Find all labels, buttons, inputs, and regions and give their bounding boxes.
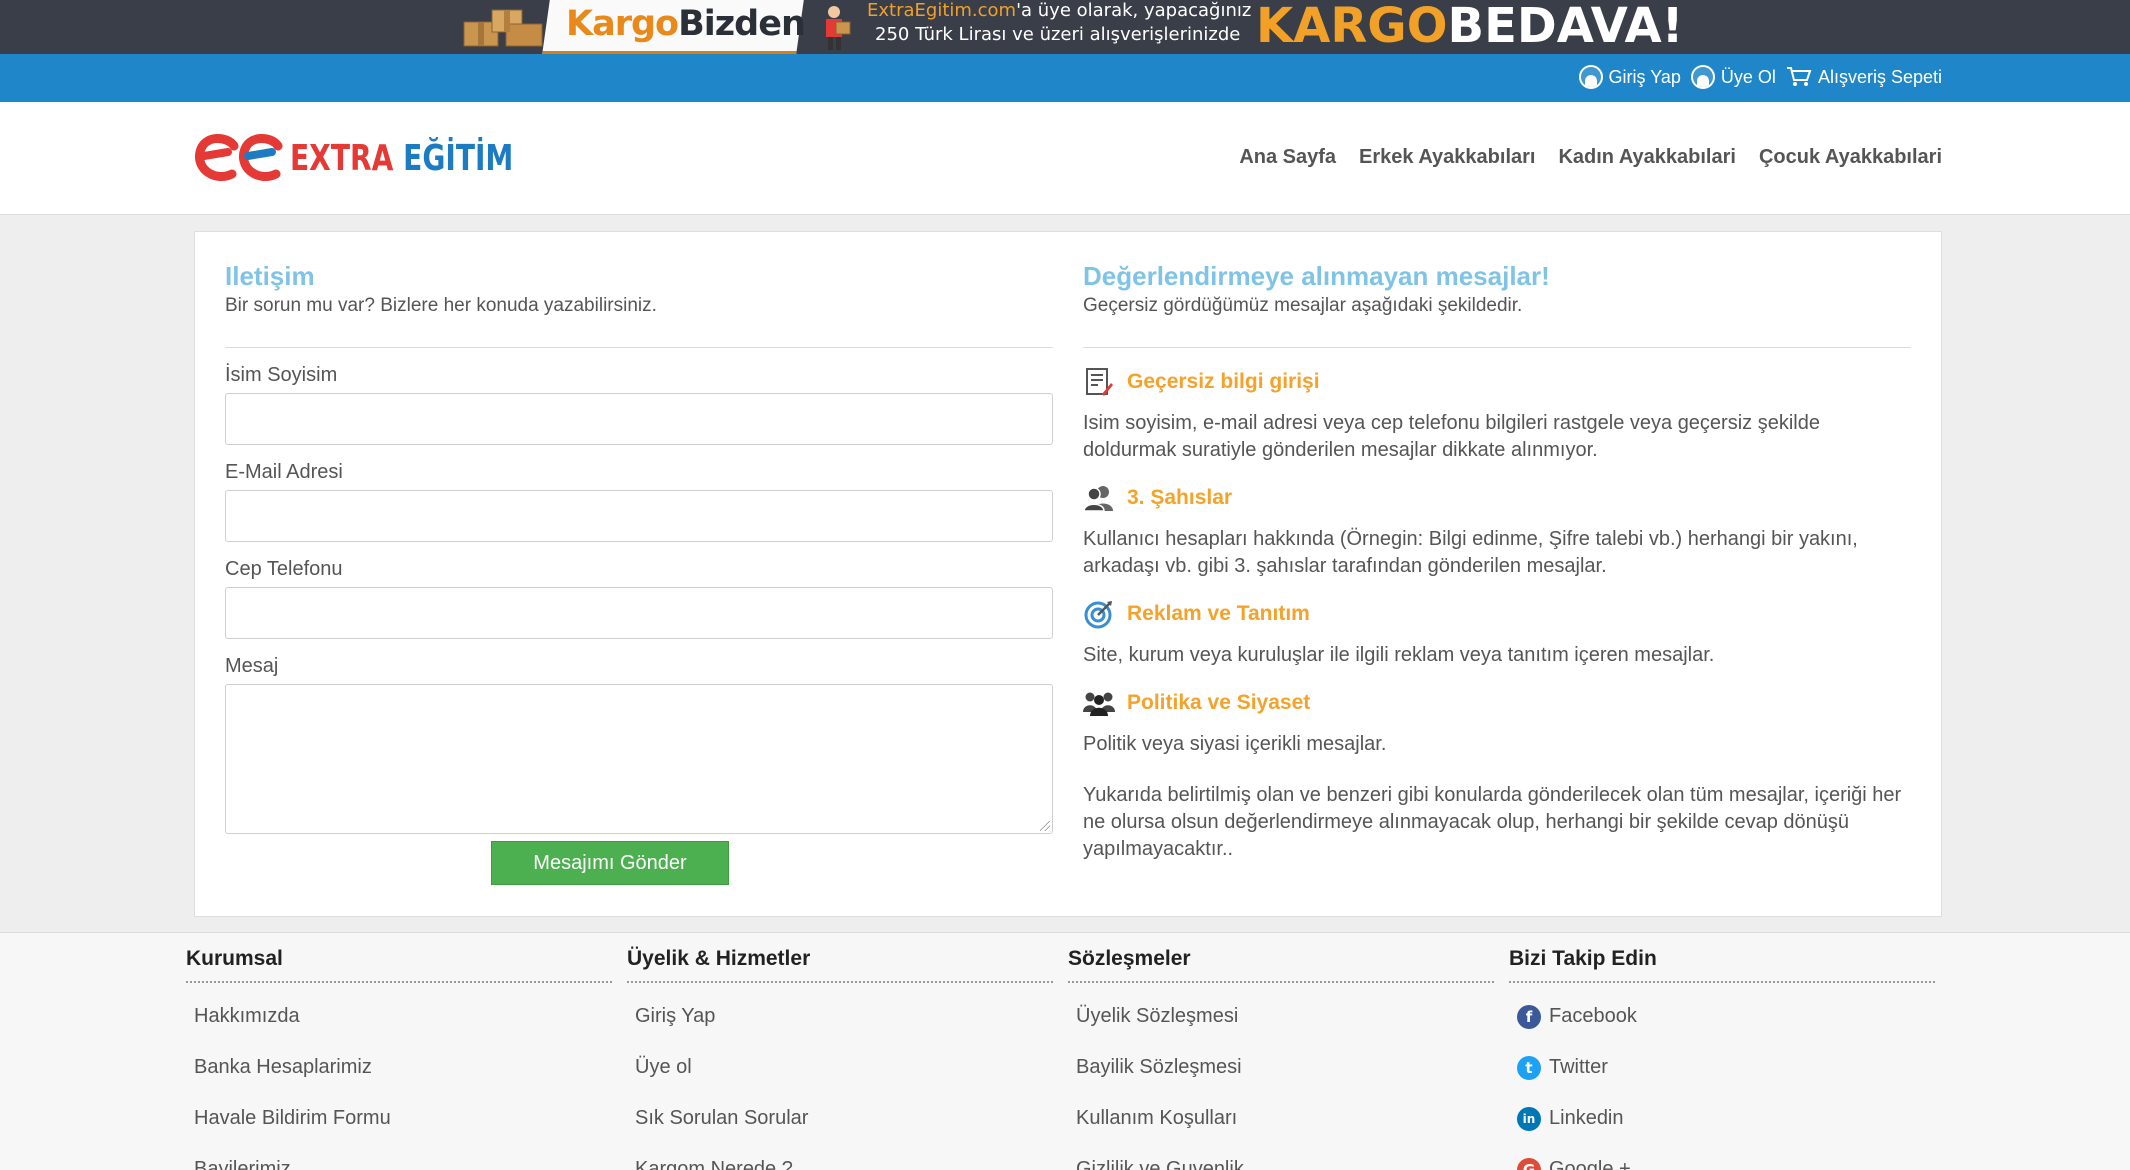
send-message-button[interactable]: Mesajımı Gönder	[491, 841, 729, 885]
document-edit-icon	[1083, 366, 1115, 398]
twitter-icon: t	[1517, 1055, 1541, 1080]
social-label: Google +	[1549, 1158, 1631, 1170]
footer-link[interactable]: Banka Hesaplarimiz	[186, 1042, 612, 1093]
name-input[interactable]	[225, 392, 1053, 445]
email-input[interactable]	[225, 489, 1053, 542]
name-label: İsim Soyisim	[225, 363, 338, 386]
promo-line-2: 250 Türk Lirası ve üzeri alışverişlerini…	[875, 24, 1241, 45]
rule-title: Geçersiz bilgi girişi	[1127, 369, 1320, 393]
divider	[225, 346, 1053, 348]
kargobizden-logo: KargoBizden	[566, 4, 806, 44]
nav-kids-shoes[interactable]: Çocuk Ayakkabılari	[1759, 146, 1942, 169]
message-label: Mesaj	[225, 654, 279, 677]
phone-label: Cep Telefonu	[225, 557, 343, 580]
footer-link[interactable]: Hakkımızda	[186, 991, 612, 1042]
email-label: E-Mail Adresi	[225, 460, 343, 483]
social-label: Facebook	[1549, 1005, 1637, 1027]
linkedin-link[interactable]: in Linkedin	[1509, 1093, 1935, 1144]
user-bar: Giriş Yap Üye Ol Alışveriş Sepeti	[0, 54, 2130, 102]
message-textarea[interactable]	[225, 683, 1053, 834]
register-link[interactable]: Üye Ol	[1690, 65, 1776, 89]
promo-banner[interactable]: KargoBizden ExtraEgitim.com'a üye olarak…	[0, 0, 2130, 54]
main-nav: Ana Sayfa Erkek Ayakkabıları Kadın Ayakk…	[1239, 146, 1942, 169]
users-icon	[1083, 482, 1115, 514]
divider	[1083, 346, 1911, 348]
cart-link[interactable]: Alışveriş Sepeti	[1786, 66, 1942, 88]
rule-body: Site, kurum veya kuruluşlar ile ilgili r…	[1083, 643, 1715, 666]
contact-form-section: Iletişim Bir sorun mu var? Bizlere her k…	[225, 262, 1053, 834]
footer-link[interactable]: Havale Bildirim Formu	[186, 1093, 612, 1144]
rules-section: Değerlendirmeye alınmayan mesajlar! Geçe…	[1083, 262, 1911, 863]
footer-column-title: Üyelik & Hizmetler	[627, 947, 1053, 983]
courier-icon	[826, 6, 851, 50]
register-label: Üye Ol	[1720, 66, 1776, 87]
social-label: Linkedin	[1549, 1107, 1624, 1129]
footer-link[interactable]: Kargom Nerede ?	[627, 1144, 1053, 1170]
footer-column-title: Sözleşmeler	[1068, 947, 1494, 983]
footer-link[interactable]: Üyelik Sözleşmesi	[1068, 991, 1494, 1042]
rule-title: 3. Şahıslar	[1127, 485, 1233, 509]
cart-icon	[1786, 67, 1812, 86]
nav-home[interactable]: Ana Sayfa	[1239, 146, 1336, 169]
rule-heading: 3. Şahıslar	[1083, 482, 1911, 514]
footer-link[interactable]: Gizlilik ve Guvenlik	[1068, 1144, 1494, 1170]
nav-women-shoes[interactable]: Kadın Ayakkabılari	[1558, 146, 1735, 169]
rules-subtitle: Geçersiz gördüğümüz mesajlar aşağıdaki ş…	[1083, 294, 1523, 316]
rule-title: Reklam ve Tanıtım	[1127, 601, 1310, 625]
footer-link[interactable]: Üye ol	[627, 1042, 1053, 1093]
target-icon	[1083, 598, 1115, 630]
footer-link[interactable]: Bayilik Sözleşmesi	[1068, 1042, 1494, 1093]
social-label: Twitter	[1549, 1056, 1608, 1078]
twitter-link[interactable]: t Twitter	[1509, 1042, 1935, 1093]
google-plus-link[interactable]: G Google +	[1509, 1144, 1935, 1170]
login-label: Giriş Yap	[1608, 66, 1681, 87]
user-links: Giriş Yap Üye Ol Alışveriş Sepeti	[1578, 65, 1942, 89]
google-plus-icon: G	[1517, 1157, 1541, 1170]
footer-link[interactable]: Sık Sorulan Sorular	[627, 1093, 1053, 1144]
facebook-icon: f	[1517, 1004, 1541, 1029]
linkedin-icon: in	[1517, 1106, 1541, 1131]
nav-men-shoes[interactable]: Erkek Ayakkabıları	[1359, 146, 1535, 169]
footer-column-contracts: Sözleşmeler Üyelik Sözleşmesi Bayilik Sö…	[1068, 947, 1494, 1170]
facebook-link[interactable]: f Facebook	[1509, 991, 1935, 1042]
contact-title: Iletişim	[225, 261, 315, 291]
user-icon	[1578, 65, 1603, 89]
footer-column-corporate: Kurumsal Hakkımızda Banka Hesaplarimiz H…	[186, 947, 612, 1170]
footer-column-social: Bizi Takip Edin f Facebook t Twitter in …	[1509, 947, 1935, 1170]
content-card: Iletişim Bir sorun mu var? Bizlere her k…	[194, 231, 1942, 917]
site-header: EXTRA EĞİTİM Ana Sayfa Erkek Ayakkabılar…	[0, 102, 2130, 215]
promo-line-1: ExtraEgitim.com'a üye olarak, yapacağını…	[867, 0, 1252, 21]
footer-column-title: Kurumsal	[186, 947, 612, 983]
rule-body: Isim soyisim, e-mail adresi veya cep tel…	[1083, 411, 1820, 461]
rules-closing-text: Yukarıda belirtilmiş olan ve benzeri gib…	[1083, 783, 1902, 860]
boxes-icon	[463, 9, 543, 47]
rule-heading: Geçersiz bilgi girişi	[1083, 366, 1911, 398]
login-link[interactable]: Giriş Yap	[1578, 65, 1681, 89]
footer-link[interactable]: Kullanım Koşulları	[1068, 1093, 1494, 1144]
contact-subtitle: Bir sorun mu var? Bizlere her konuda yaz…	[225, 294, 657, 316]
footer-column-title: Bizi Takip Edin	[1509, 947, 1935, 983]
phone-input[interactable]	[225, 586, 1053, 639]
site-logo[interactable]: EXTRA EĞİTİM	[194, 132, 576, 184]
group-icon	[1083, 687, 1115, 719]
footer-column-membership: Üyelik & Hizmetler Giriş Yap Üye ol Sık …	[627, 947, 1053, 1170]
rule-body: Kullanıcı hesapları hakkında (Örnegin: B…	[1083, 527, 1858, 577]
rule-heading: Reklam ve Tanıtım	[1083, 598, 1911, 630]
resize-grip-icon[interactable]	[1040, 820, 1050, 831]
rules-title: Değerlendirmeye alınmayan mesajlar!	[1083, 261, 1550, 291]
logo-text: EXTRA EĞİTİM	[290, 137, 514, 179]
logo-mark-icon	[195, 134, 283, 181]
rule-title: Politika ve Siyaset	[1127, 690, 1311, 714]
promo-headline: KARGOBEDAVA!	[1256, 0, 1684, 54]
cart-label: Alışveriş Sepeti	[1817, 66, 1942, 87]
rule-heading: Politika ve Siyaset	[1083, 687, 1911, 719]
user-icon	[1690, 65, 1715, 89]
footer-link[interactable]: Bayilerimiz	[186, 1144, 612, 1170]
site-footer: Kurumsal Hakkımızda Banka Hesaplarimiz H…	[0, 932, 2130, 1170]
footer-link[interactable]: Giriş Yap	[627, 991, 1053, 1042]
rule-body: Politik veya siyasi içerikli mesajlar.	[1083, 732, 1387, 755]
